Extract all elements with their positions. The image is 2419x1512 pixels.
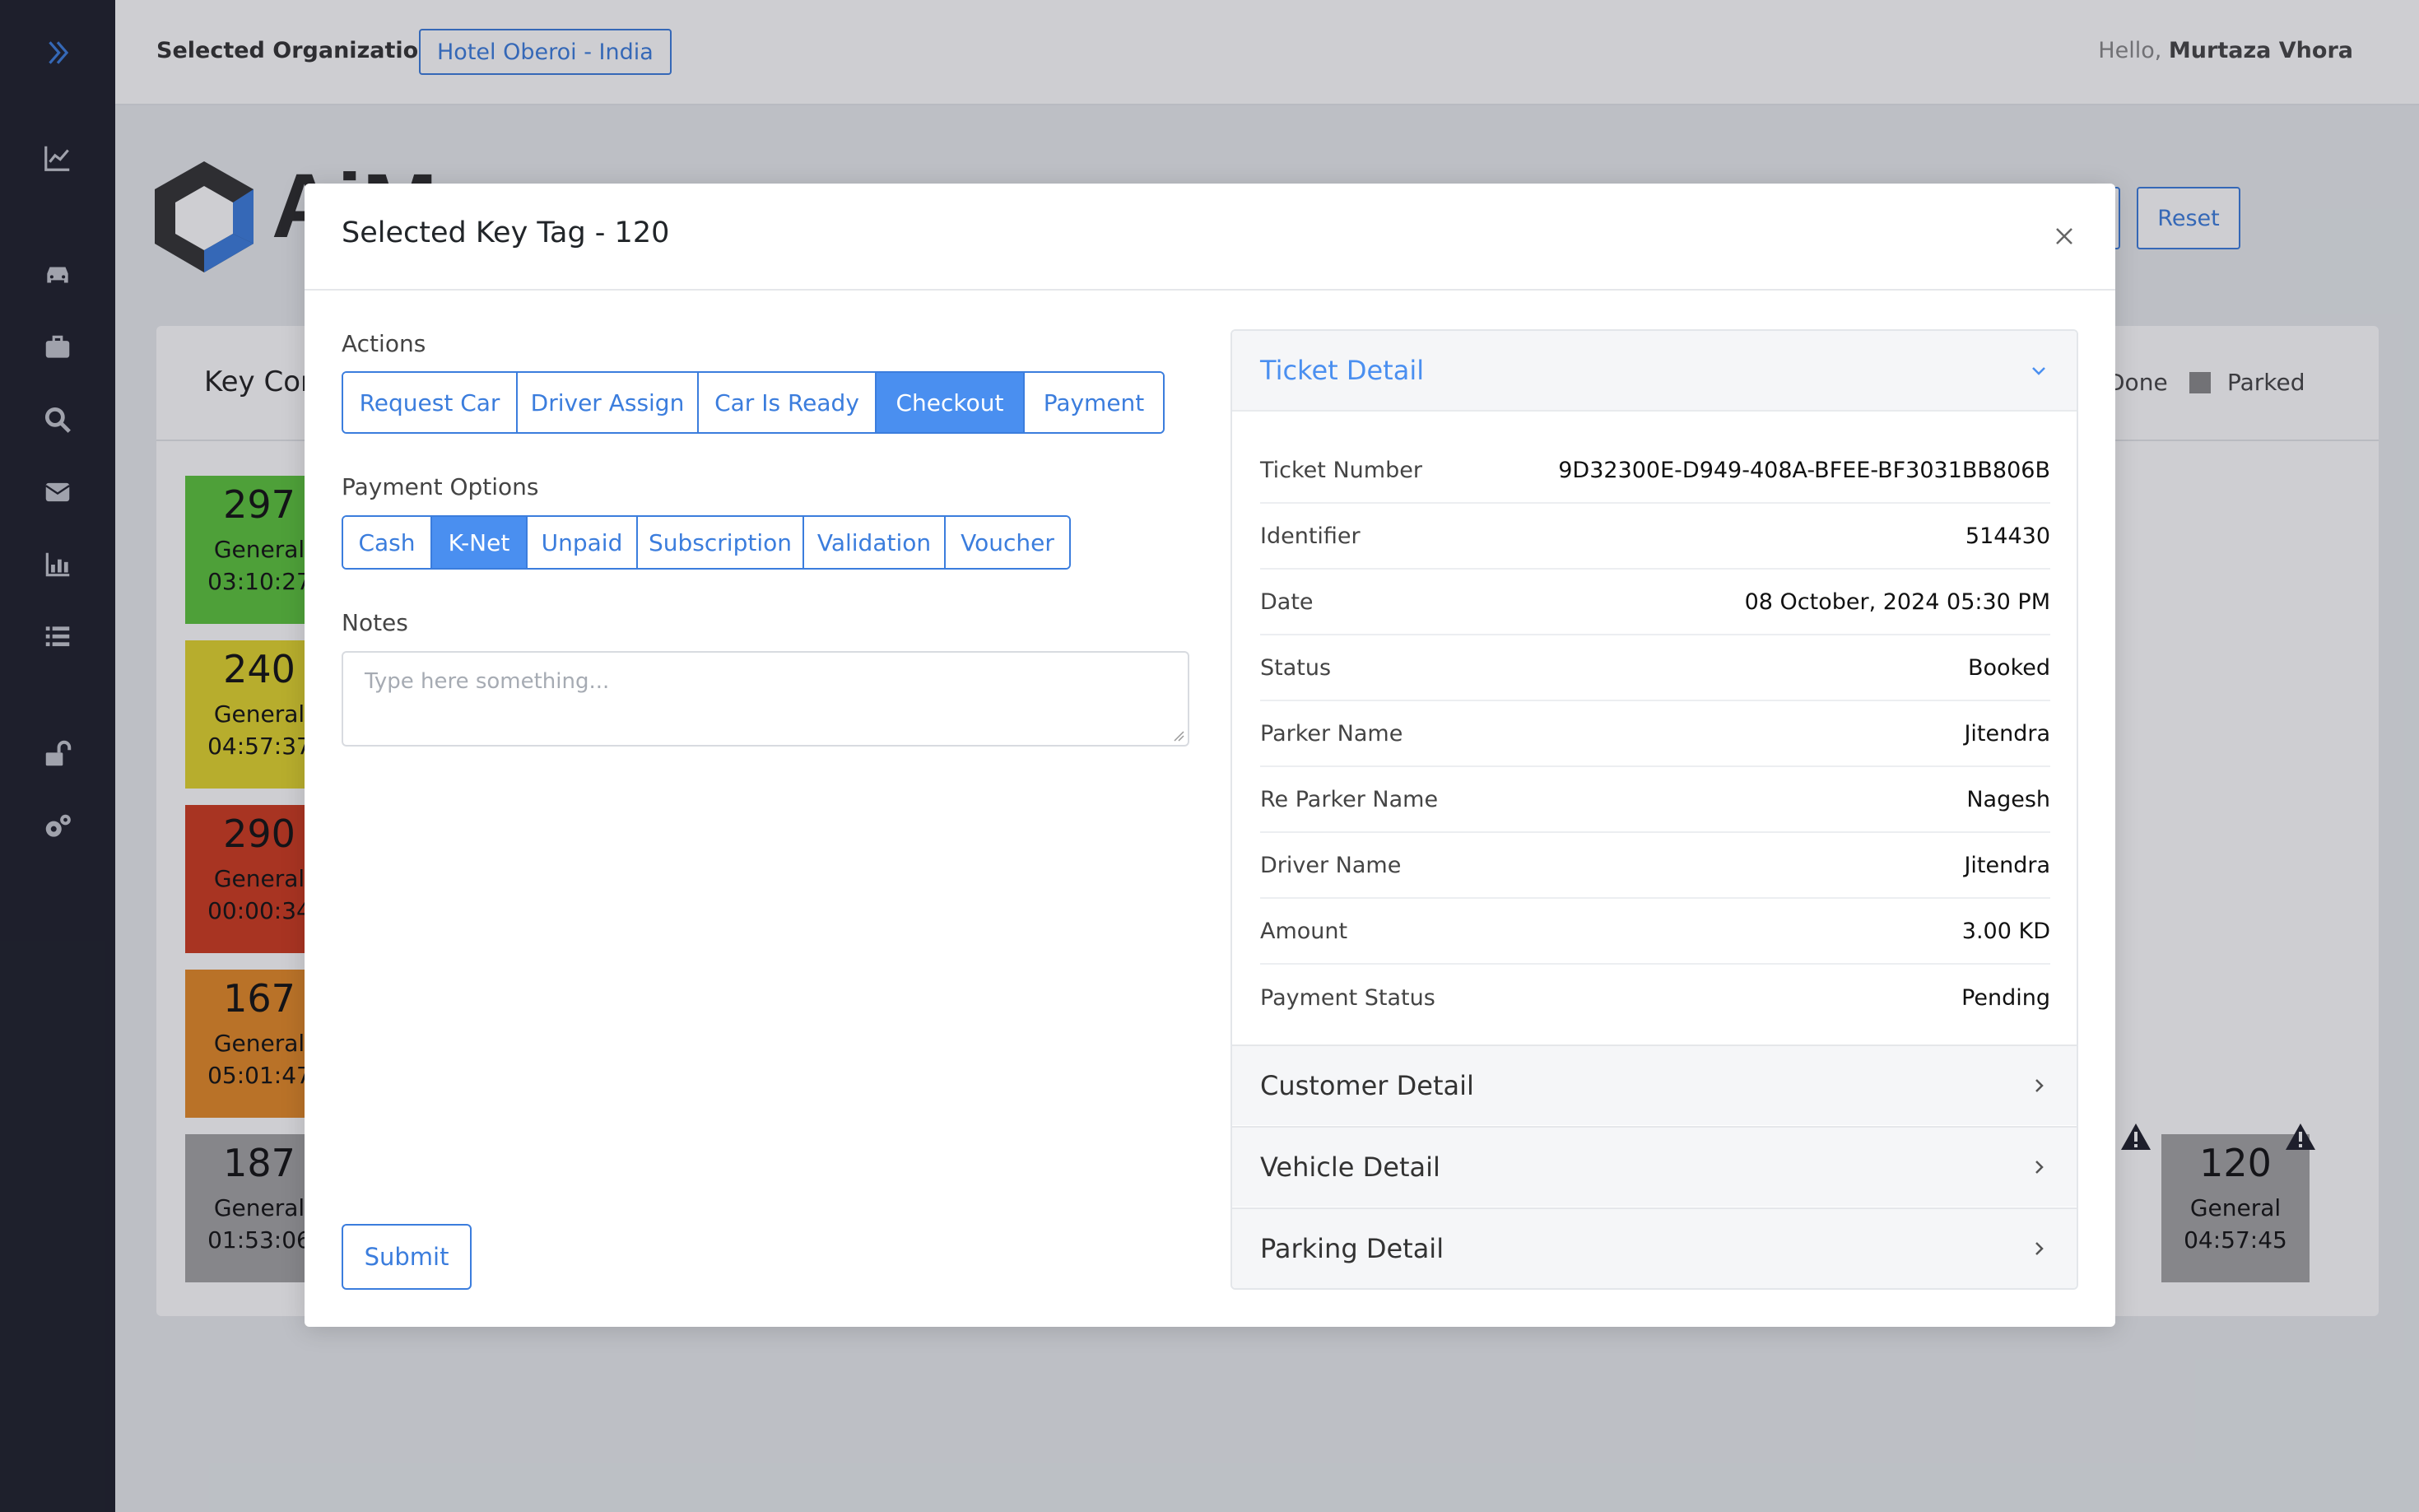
payment-option-cash[interactable]: Cash [343,517,432,568]
row-key: Parker Name [1260,720,1403,747]
table-row: Status Booked [1260,635,2050,701]
vehicle-detail-header[interactable]: Vehicle Detail [1232,1126,2077,1207]
row-key: Identifier [1260,523,1361,549]
row-value: Pending [1961,984,2050,1011]
row-value: Booked [1968,654,2050,681]
payment-option-unpaid[interactable]: Unpaid [528,517,638,568]
chevron-right-icon [2035,1161,2044,1174]
table-row: Re Parker Name Nagesh [1260,767,2050,833]
payment-options-label: Payment Options [342,473,539,500]
key-tag-modal: Selected Key Tag - 120 Actions Request C… [305,184,2115,1327]
table-row: Identifier 514430 [1260,504,2050,570]
chevron-down-icon [2032,367,2045,375]
checkout-button[interactable]: Checkout [877,373,1025,432]
row-key: Payment Status [1260,984,1435,1011]
close-icon[interactable] [2046,218,2082,254]
payment-option-knet[interactable]: K-Net [432,517,528,568]
row-value: Nagesh [1966,786,2050,812]
chevron-right-icon [2035,1242,2044,1255]
actions-label: Actions [342,330,426,357]
payment-button[interactable]: Payment [1025,373,1163,432]
ticket-detail-header[interactable]: Ticket Detail [1232,331,2077,412]
table-row: Date 08 October, 2024 05:30 PM [1260,570,2050,635]
notes-textarea[interactable]: Type here something... [342,651,1189,747]
table-row: Amount 3.00 KD [1260,899,2050,965]
row-value: 08 October, 2024 05:30 PM [1744,589,2050,615]
customer-detail-title: Customer Detail [1260,1070,1474,1101]
submit-button[interactable]: Submit [342,1224,472,1290]
row-key: Driver Name [1260,852,1402,878]
customer-detail-header[interactable]: Customer Detail [1232,1044,2077,1125]
parking-detail-title: Parking Detail [1260,1233,1444,1264]
row-key: Status [1260,654,1332,681]
request-car-button[interactable]: Request Car [343,373,518,432]
row-value: Jitendra [1964,720,2050,747]
row-value: 514430 [1965,523,2050,549]
notes-label: Notes [342,609,408,636]
notes-placeholder: Type here something... [365,669,610,694]
payment-option-validation[interactable]: Validation [804,517,946,568]
driver-assign-button[interactable]: Driver Assign [518,373,699,432]
actions-button-group: Request Car Driver Assign Car Is Ready C… [342,371,1165,434]
ticket-detail-title: Ticket Detail [1260,355,1425,386]
payment-option-subscription[interactable]: Subscription [638,517,804,568]
row-key: Date [1260,589,1314,615]
row-value: 9D32300E-D949-408A-BFEE-BF3031BB806B [1558,457,2050,483]
table-row: Driver Name Jitendra [1260,833,2050,899]
modal-title: Selected Key Tag - 120 [342,216,670,249]
row-key: Re Parker Name [1260,786,1439,812]
vehicle-detail-title: Vehicle Detail [1260,1151,1440,1183]
details-accordion: Ticket Detail Ticket Number 9D32300E-D949… [1230,329,2078,1290]
row-key: Ticket Number [1260,457,1422,483]
resize-grip-icon[interactable] [1171,728,1184,742]
modal-header: Selected Key Tag - 120 [305,184,2115,291]
table-row: Payment Status Pending [1260,965,2050,1030]
car-is-ready-button[interactable]: Car Is Ready [699,373,877,432]
row-key: Amount [1260,918,1348,944]
payment-options-group: Cash K-Net Unpaid Subscription Validatio… [342,515,1071,570]
table-row: Parker Name Jitendra [1260,701,2050,767]
row-value: Jitendra [1964,852,2050,878]
row-value: 3.00 KD [1961,918,2050,944]
payment-option-voucher[interactable]: Voucher [946,517,1069,568]
chevron-right-icon [2035,1079,2044,1092]
ticket-detail-rows: Ticket Number 9D32300E-D949-408A-BFEE-BF3… [1260,438,2050,1030]
parking-detail-header[interactable]: Parking Detail [1232,1207,2077,1288]
table-row: Ticket Number 9D32300E-D949-408A-BFEE-BF3… [1260,438,2050,504]
